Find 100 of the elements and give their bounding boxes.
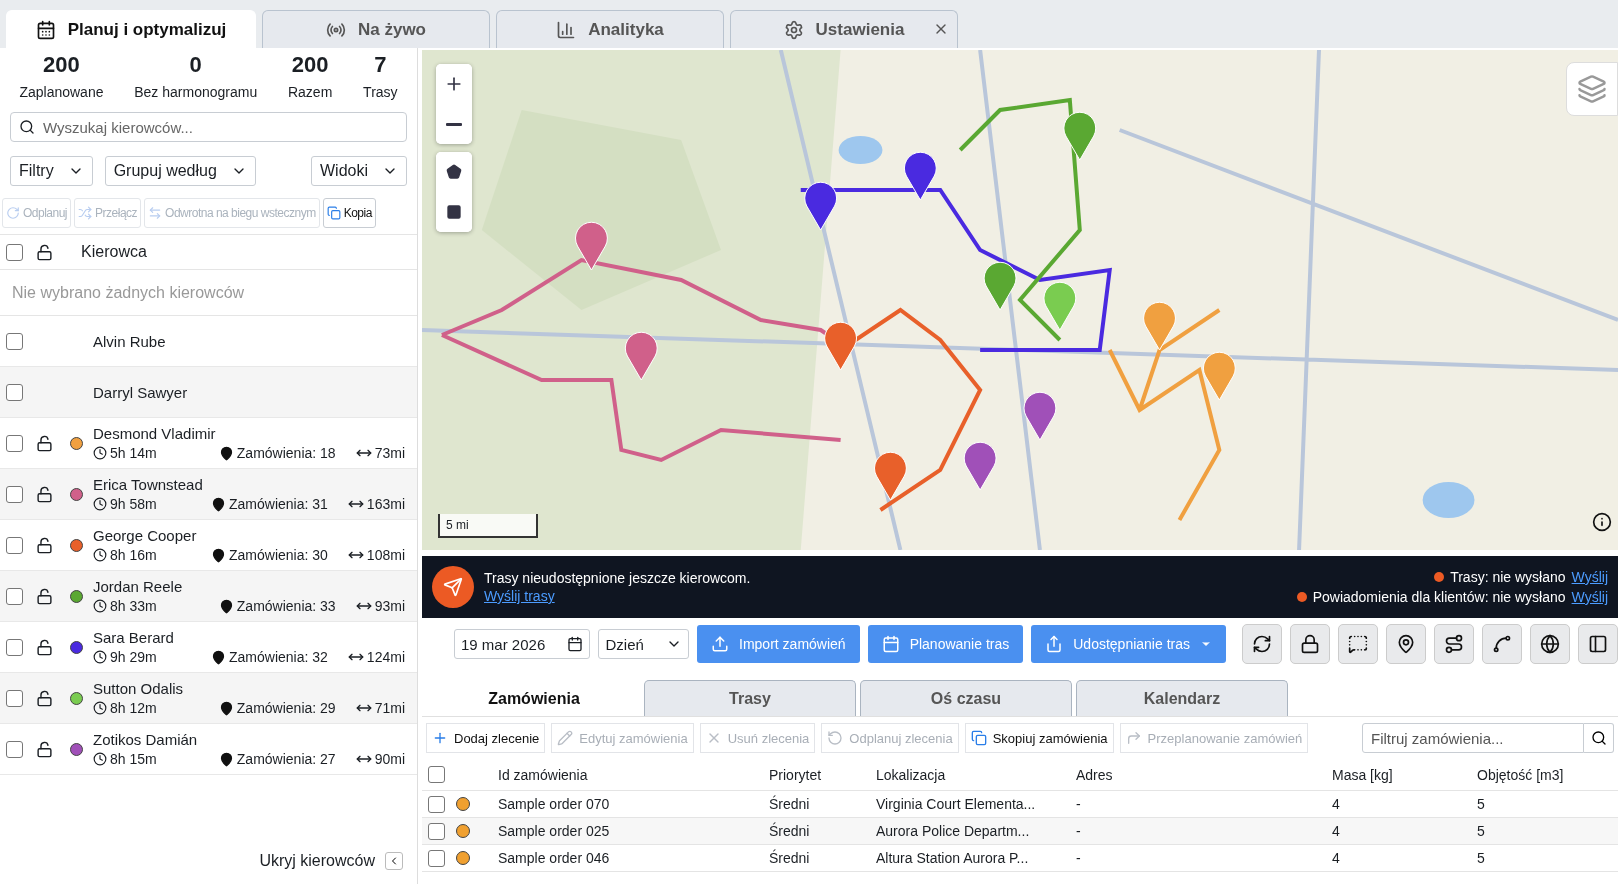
- orders-tab[interactable]: Kalendarz: [1076, 680, 1288, 716]
- send-link[interactable]: Wyślij: [1571, 589, 1608, 605]
- driver-distance: 71mi: [374, 700, 405, 716]
- driver-distance: 108mi: [366, 547, 405, 563]
- checkbox[interactable]: [6, 485, 23, 503]
- rectangle-button[interactable]: [436, 192, 472, 232]
- primary-button[interactable]: Udostępnianie tras: [1031, 625, 1226, 663]
- checkbox[interactable]: [6, 689, 23, 707]
- main-tab[interactable]: Analityka: [496, 10, 724, 48]
- stat-value: 0: [189, 52, 202, 78]
- zoom-out-button[interactable]: [436, 104, 472, 144]
- checkbox[interactable]: [6, 587, 23, 605]
- driver-orders: Zamówienia: 29: [236, 700, 336, 716]
- main-tab[interactable]: Na żywo: [262, 10, 490, 48]
- driver-name: George Cooper: [93, 527, 198, 544]
- dropdown[interactable]: Widoki: [311, 156, 407, 186]
- map-pin-button[interactable]: [1386, 624, 1426, 664]
- info-icon[interactable]: [1592, 512, 1612, 532]
- clock-icon: [93, 548, 107, 562]
- layers-icon: [1577, 74, 1607, 104]
- layers-button[interactable]: [1566, 62, 1618, 116]
- table-cell-text: 4: [1331, 796, 1341, 812]
- filter-field[interactable]: Filtruj zamówienia...: [1362, 723, 1584, 753]
- checkbox[interactable]: [428, 795, 445, 813]
- search-button[interactable]: [1584, 723, 1614, 753]
- driver-time: 8h 16m: [110, 547, 157, 563]
- column-header: Masa [kg]: [1331, 766, 1394, 783]
- lock-icon[interactable]: [35, 740, 53, 758]
- refresh-icon: [1252, 634, 1272, 654]
- polygon-icon: [446, 164, 462, 180]
- driver-name: Darryl Sawyer: [93, 383, 189, 401]
- clock-icon: [93, 599, 107, 613]
- map-pin-icon: [1396, 634, 1416, 654]
- driver-time: 8h 15m: [110, 751, 157, 767]
- clock-icon: [93, 752, 107, 766]
- lock-icon[interactable]: [35, 587, 53, 605]
- orders-tab[interactable]: Trasy: [644, 680, 856, 716]
- lock-icon[interactable]: [35, 689, 53, 707]
- checkbox[interactable]: [6, 536, 23, 554]
- action-button[interactable]: Kopia: [322, 198, 376, 228]
- driver-distance: 163mi: [366, 496, 405, 512]
- checkbox[interactable]: [428, 849, 445, 867]
- stat-value: 200: [43, 52, 80, 78]
- search-icon: [1590, 730, 1607, 746]
- order-action-button[interactable]: Dodaj zlecenie: [426, 723, 546, 753]
- primary-button[interactable]: Import zamówień: [697, 625, 860, 663]
- route-button[interactable]: [1434, 624, 1474, 664]
- refresh-button[interactable]: [1242, 624, 1282, 664]
- period-select[interactable]: Dzień: [598, 629, 690, 659]
- lock-button[interactable]: [1290, 624, 1330, 664]
- checkbox[interactable]: [6, 740, 23, 758]
- checkbox[interactable]: [6, 383, 23, 401]
- checkbox[interactable]: [428, 766, 445, 783]
- order-action-button[interactable]: Skopiuj zamówienia: [964, 723, 1114, 753]
- table-cell-text: Sample order 046: [497, 850, 611, 866]
- table-cell-text: 4: [1331, 850, 1341, 866]
- main-tab[interactable]: Planuj i optymalizuj: [6, 10, 256, 48]
- table-cell-text: Virginia Court Elementa...: [875, 796, 1037, 812]
- stat-value: 200: [291, 52, 329, 78]
- notice-message: Trasy nieudostępnione jeszcze kierowcom.: [484, 570, 751, 586]
- driver-name: Sutton Odalis: [93, 680, 185, 697]
- pencil-icon: [557, 730, 574, 746]
- checkbox[interactable]: [428, 822, 445, 840]
- send-link[interactable]: Wyślij: [1571, 569, 1608, 585]
- dropdown[interactable]: Grupuj według: [104, 156, 256, 186]
- checkbox[interactable]: [6, 638, 23, 656]
- calendar-icon: [881, 635, 900, 653]
- driver-name: Erica Townstead: [93, 476, 204, 493]
- column-header: Id zamówienia: [497, 766, 589, 783]
- panel-button[interactable]: [1578, 624, 1618, 664]
- spline-button[interactable]: [1482, 624, 1522, 664]
- lock-icon[interactable]: [35, 536, 53, 554]
- globe-button[interactable]: [1530, 624, 1570, 664]
- checkbox[interactable]: [6, 332, 23, 350]
- copy-icon: [970, 730, 987, 746]
- checkbox[interactable]: [6, 243, 23, 261]
- main-tab[interactable]: Ustawienia: [730, 10, 958, 48]
- comment-button[interactable]: [1338, 624, 1378, 664]
- primary-button[interactable]: Planowanie tras: [867, 625, 1024, 663]
- map-pin-icon: [218, 700, 234, 716]
- map-pin-icon: [211, 649, 227, 665]
- hide-drivers-label: Ukryj kierowców: [259, 852, 375, 870]
- driver-orders: Zamówienia: 33: [236, 598, 336, 614]
- lock-icon[interactable]: [35, 485, 53, 503]
- lock-icon[interactable]: [35, 638, 53, 656]
- polygon-button[interactable]: [436, 152, 472, 192]
- collapse-button[interactable]: [385, 852, 403, 870]
- driver-orders: Zamówienia: 30: [229, 547, 328, 563]
- send-routes-link[interactable]: Wyślij trasy: [484, 588, 751, 604]
- lock-icon: [1300, 634, 1320, 654]
- date-field[interactable]: 19 mar 2026: [454, 629, 591, 659]
- driver-time: 8h 12m: [110, 700, 157, 716]
- orders-tab[interactable]: Oś czasu: [860, 680, 1072, 716]
- table-cell-text: 4: [1331, 823, 1341, 839]
- dropdown[interactable]: Filtry: [10, 156, 93, 186]
- lock-icon[interactable]: [35, 434, 53, 452]
- search-field[interactable]: Wyszukaj kierowców...: [10, 112, 407, 142]
- checkbox[interactable]: [6, 434, 23, 452]
- driver-name: Desmond Vladimir: [93, 425, 217, 442]
- zoom-in-button[interactable]: [436, 64, 472, 104]
